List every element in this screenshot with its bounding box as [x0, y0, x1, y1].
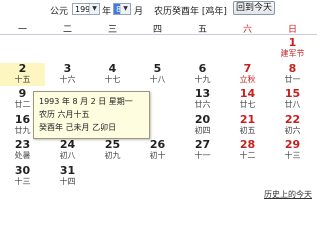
lunar-day-label: 建军节 — [280, 49, 305, 58]
lunar-day-label: 十三 — [284, 151, 301, 160]
day-cell[interactable]: 13 廿六 — [180, 88, 225, 111]
day-number: 4 — [108, 61, 117, 75]
day-number: 14 — [239, 87, 256, 100]
day-number: 13 — [194, 87, 211, 100]
lunar-day-label: 十一 — [194, 151, 211, 160]
chevron-down-icon: ▼ — [89, 4, 99, 14]
weekday-header: 一 二 三 四 五 六 日 — [0, 20, 317, 35]
day-number: 7 — [243, 61, 252, 75]
day-cell[interactable]: 2 十五 — [0, 61, 45, 86]
lunar-day-label: 廿六 — [194, 100, 211, 109]
day-number: 31 — [59, 163, 76, 177]
day-cell[interactable]: 21 初五 — [225, 112, 270, 137]
day-number: 5 — [153, 61, 162, 75]
month-suffix: 月 — [134, 7, 144, 17]
month-select[interactable]: 8 ▼ — [113, 3, 131, 15]
tooltip-solar-date: 1993 年 8 月 2 日 星期一 — [39, 97, 133, 106]
day-number: 27 — [194, 138, 211, 151]
day-number: 25 — [104, 138, 121, 151]
day-cell[interactable]: 25 初九 — [90, 139, 135, 162]
day-cell[interactable]: 30 十三 — [0, 163, 45, 188]
lunar-day-label: 处暑 — [14, 151, 31, 160]
lunar-day-label: 廿八 — [284, 100, 301, 109]
lunar-day-label: 初八 — [59, 151, 76, 160]
day-cell[interactable]: 8 廿一 — [270, 61, 315, 86]
date-detail-tooltip: 1993 年 8 月 2 日 星期一 农历 六月十五 癸酉年 己未月 乙卯日 — [33, 91, 150, 139]
lunar-day-label: 十七 — [104, 74, 121, 84]
lunar-day-label: 十四 — [59, 176, 76, 186]
lunar-day-label: 初四 — [194, 125, 211, 135]
lunar-day-label: 十八 — [149, 74, 166, 84]
tooltip-ganzhi: 癸酉年 己未月 乙卯日 — [39, 123, 117, 132]
day-number: 8 — [288, 61, 297, 75]
era-label: 公元 — [50, 7, 69, 17]
day-cell[interactable]: 15 廿八 — [270, 88, 315, 111]
day-cell[interactable]: 23 处暑 — [0, 139, 45, 162]
day-number: 15 — [284, 87, 301, 100]
day-number: 2 — [18, 61, 27, 75]
lunar-day-label: 十三 — [14, 176, 31, 186]
back-to-today-button[interactable]: 回到今天 — [233, 1, 275, 15]
day-cell[interactable]: 27 十一 — [180, 139, 225, 162]
day-number: 20 — [194, 112, 211, 126]
calendar-toolbar: 公元 1993 ▼ 年 8 ▼ 月 农历癸酉年 [鸡年] 回到今天 — [0, 0, 317, 20]
day-number: 21 — [239, 112, 256, 126]
year-select[interactable]: 1993 ▼ — [72, 3, 100, 15]
day-cell[interactable]: 1 建军节 — [270, 37, 315, 60]
lunar-day-label: 初五 — [239, 125, 256, 135]
lunar-day-label: 立秋 — [239, 74, 256, 84]
day-number: 23 — [14, 138, 31, 151]
lunar-day-label: 十二 — [239, 151, 256, 160]
day-number: 6 — [198, 61, 207, 75]
day-cell[interactable]: 28 十二 — [225, 139, 270, 162]
lunar-day-label: 十五 — [14, 74, 31, 84]
lunar-day-label: 廿一 — [284, 74, 301, 84]
day-cell[interactable]: 29 十三 — [270, 139, 315, 162]
day-cell[interactable]: 24 初八 — [45, 139, 90, 162]
day-cell[interactable]: 5 十八 — [135, 61, 180, 86]
lunar-day-label: 初六 — [284, 125, 301, 135]
tooltip-lunar-date: 农历 六月十五 — [39, 110, 90, 119]
day-cell[interactable]: 3 十六 — [45, 61, 90, 86]
day-cell[interactable]: 7 立秋 — [225, 61, 270, 86]
day-number: 24 — [59, 138, 76, 151]
day-number: 22 — [284, 112, 301, 126]
lunar-day-label: 初九 — [104, 151, 121, 160]
day-number: 28 — [239, 138, 256, 151]
day-number: 26 — [149, 138, 166, 151]
day-number: 1 — [288, 36, 297, 49]
chevron-down-icon: ▼ — [120, 4, 130, 14]
day-cell[interactable]: 26 初十 — [135, 139, 180, 162]
day-cell[interactable]: 6 十九 — [180, 61, 225, 86]
lunar-day-label: 初十 — [149, 151, 166, 160]
day-cell[interactable]: 31 十四 — [45, 163, 90, 188]
history-today-link[interactable]: 历史上的今天 — [264, 189, 312, 200]
lunar-day-label: 廿七 — [239, 100, 256, 109]
day-cell[interactable]: 4 十七 — [90, 61, 135, 86]
day-number: 3 — [63, 61, 72, 75]
lunar-day-label: 十九 — [194, 74, 211, 84]
day-number: 29 — [284, 138, 301, 151]
lunar-year-info: 农历癸酉年 [鸡年] — [154, 7, 227, 17]
day-cell[interactable]: 22 初六 — [270, 112, 315, 137]
day-cell[interactable]: 14 廿七 — [225, 88, 270, 111]
day-cell[interactable]: 20 初四 — [180, 112, 225, 137]
lunar-day-label: 十六 — [59, 74, 76, 84]
day-number: 30 — [14, 163, 31, 177]
year-suffix: 年 — [102, 7, 112, 17]
header-divider — [0, 34, 317, 35]
